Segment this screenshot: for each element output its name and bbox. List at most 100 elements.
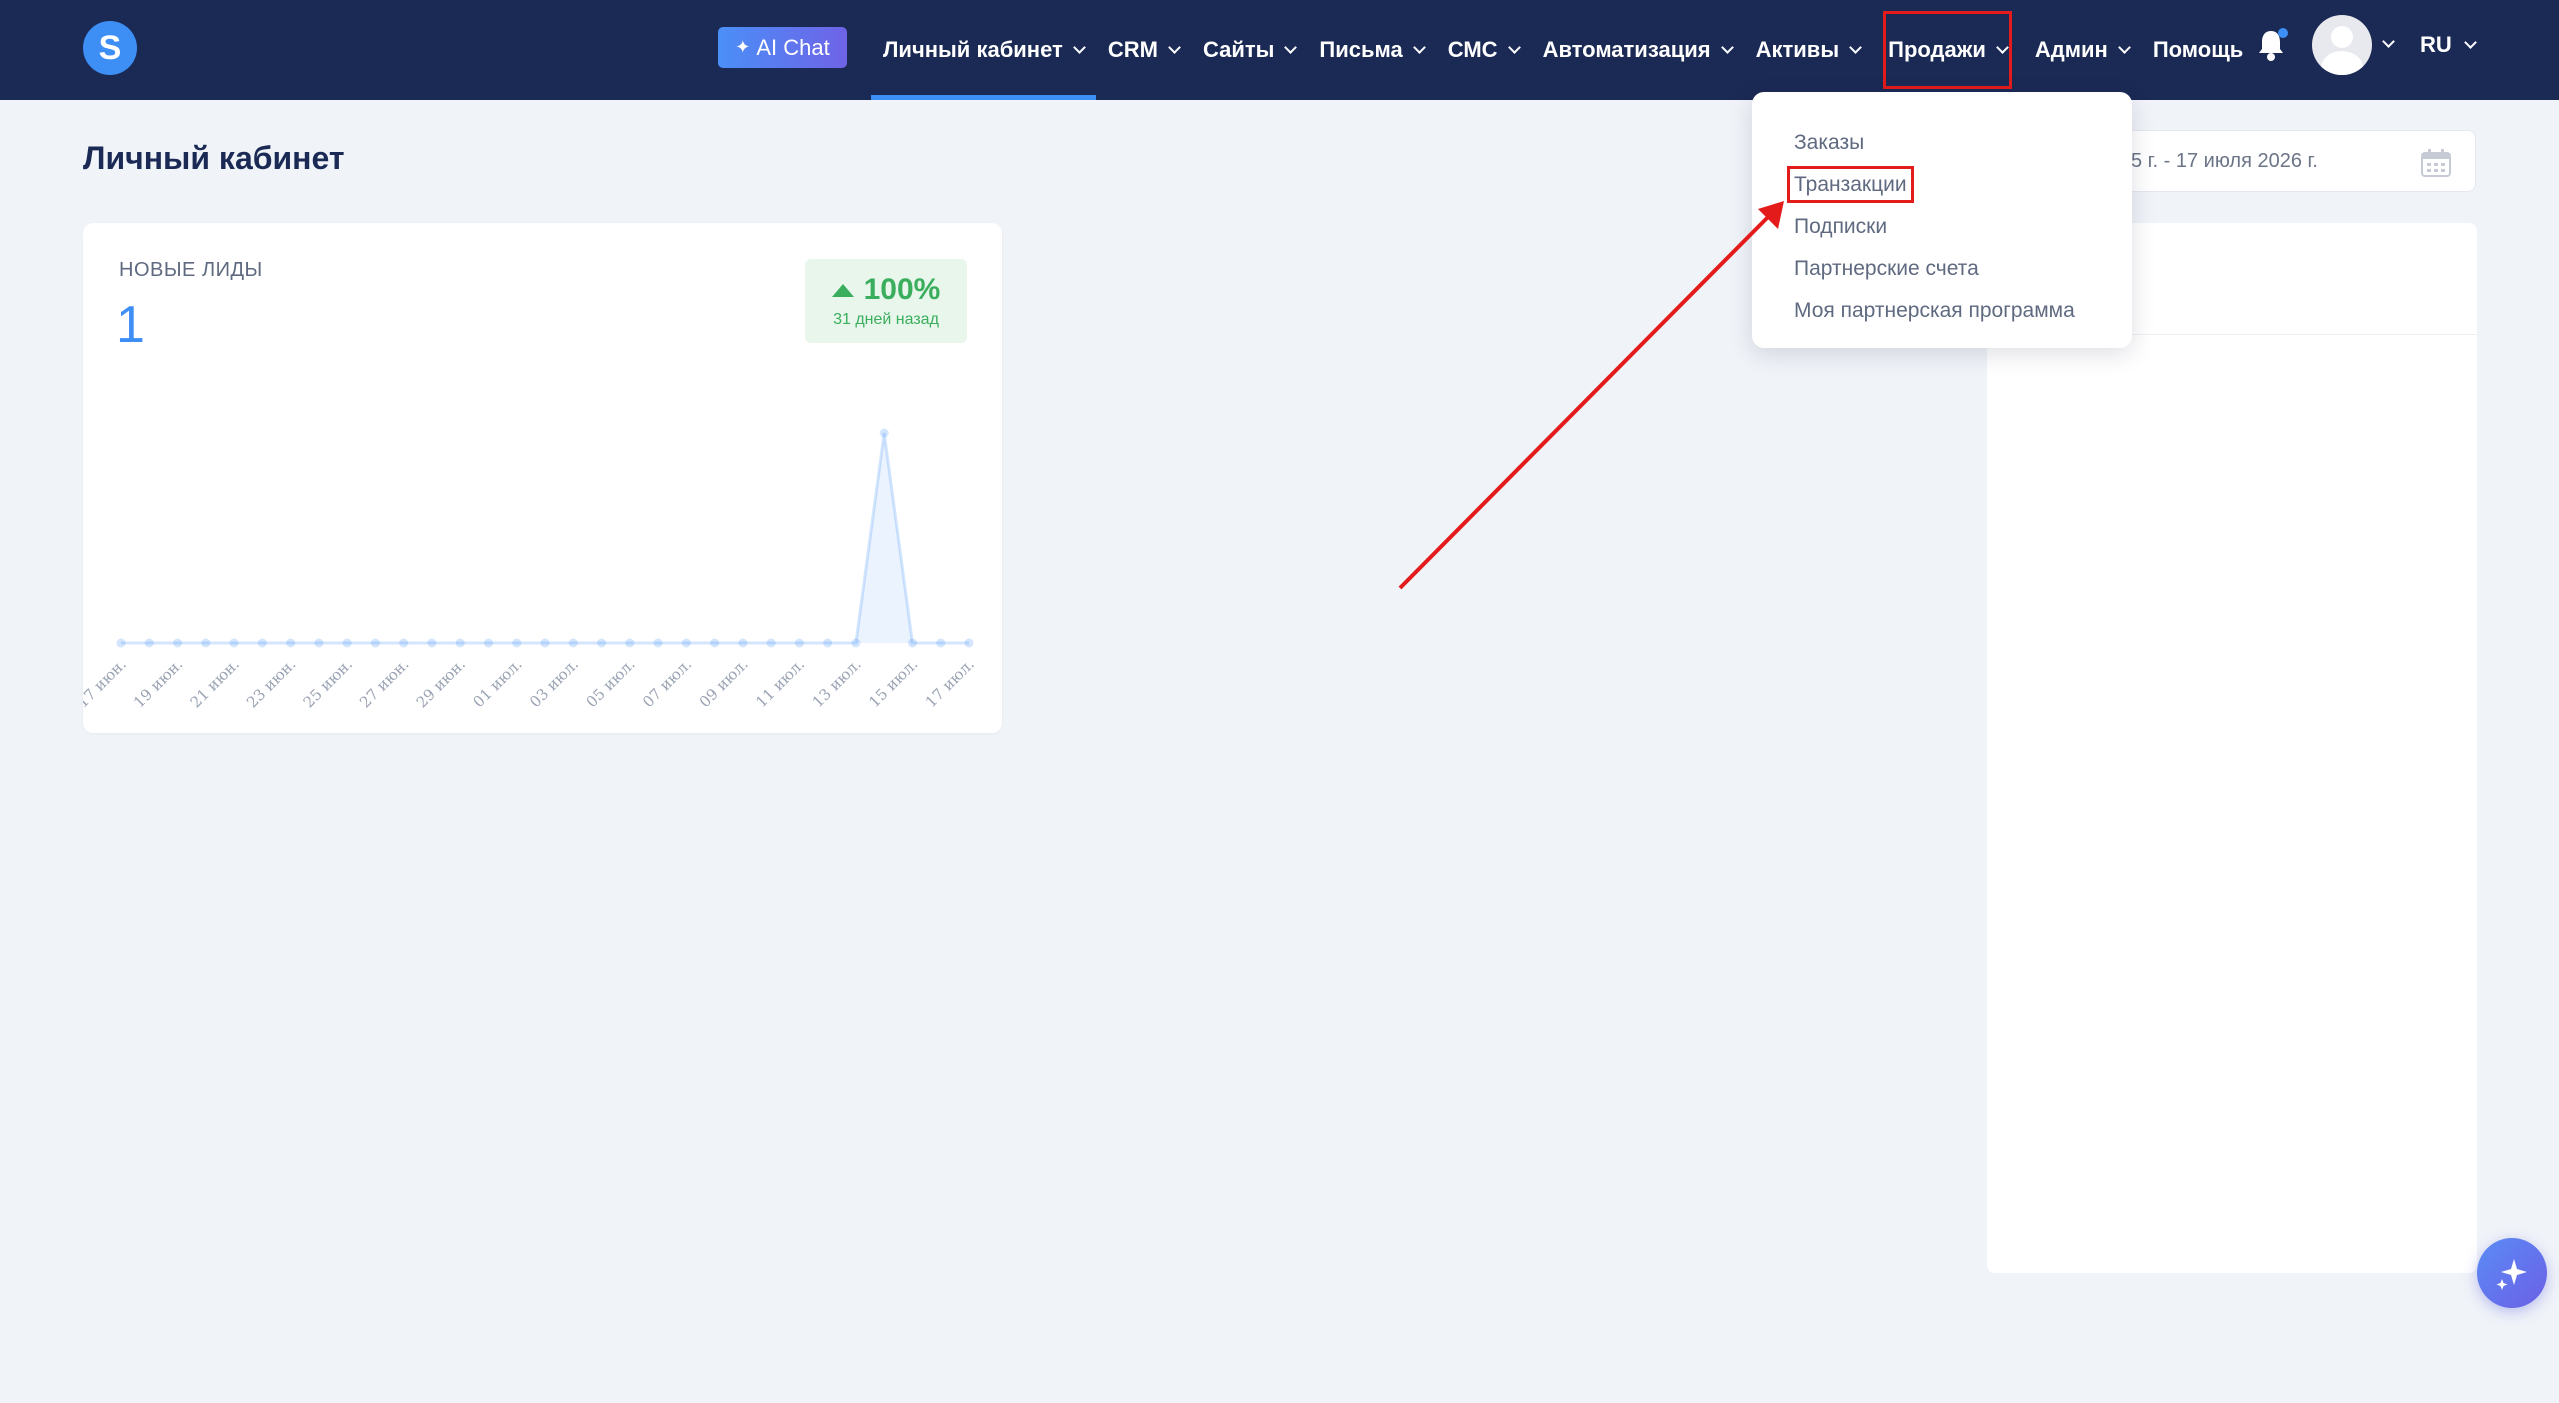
chart-area <box>121 433 969 643</box>
chart-point[interactable] <box>964 638 974 648</box>
nav-item-label: Сайты <box>1202 37 1275 62</box>
x-tick-label: 23 июн. <box>243 655 299 711</box>
date-range-value: 5 г. - 17 июля 2026 г. <box>2131 149 2318 172</box>
avatar-chevron-down-icon[interactable] <box>2382 35 2395 48</box>
chart-point[interactable] <box>173 638 183 648</box>
x-tick-label: 09 июл. <box>696 655 752 711</box>
chart-point[interactable] <box>879 428 889 438</box>
chart-point[interactable] <box>399 638 409 648</box>
notifications-bell-icon[interactable] <box>2256 28 2288 62</box>
top-navbar: S ✦ AI Chat Личный кабинет CRM Сайты Письма… <box>0 0 2559 100</box>
chart-point[interactable] <box>794 638 804 648</box>
chart-point[interactable] <box>116 638 126 648</box>
chart-point[interactable] <box>907 638 917 648</box>
nav-item-4[interactable]: СМС <box>1436 0 1531 100</box>
chart-point[interactable] <box>201 638 211 648</box>
sales-menu-item-1[interactable]: Транзакции <box>1752 164 2132 206</box>
chart-point[interactable] <box>427 638 437 648</box>
chart-point[interactable] <box>681 638 691 648</box>
chevron-down-icon <box>2463 36 2477 49</box>
x-tick-label: 25 июн. <box>300 655 356 711</box>
language-selector[interactable]: RU <box>2420 0 2477 90</box>
chart-point[interactable] <box>370 638 380 648</box>
language-label: RU <box>2420 32 2452 57</box>
x-tick-label: 29 июн. <box>413 655 469 711</box>
logo-icon[interactable]: S <box>83 21 137 75</box>
date-range-picker[interactable]: 5 г. - 17 июля 2026 г. <box>2090 130 2476 192</box>
nav-item-7[interactable]: Продажи <box>1872 0 2023 100</box>
nav-item-label: Письма <box>1319 37 1403 62</box>
sales-menu-item-0[interactable]: Заказы <box>1752 122 2132 164</box>
chart-point[interactable] <box>455 638 465 648</box>
sales-menu-item-3[interactable]: Партнерские счета <box>1752 248 2132 290</box>
chart-point[interactable] <box>653 638 663 648</box>
nav-item-5[interactable]: Автоматизация <box>1531 0 1744 100</box>
calendar-icon <box>2421 149 2451 177</box>
nav-item-0[interactable]: Личный кабинет <box>871 0 1096 100</box>
chart-point[interactable] <box>512 638 522 648</box>
x-tick-label: 17 июн. <box>83 655 130 711</box>
sparkle-icon: ✦ <box>735 37 751 57</box>
nav-item-label: Продажи <box>1888 37 1986 62</box>
sales-dropdown-menu: Заказы Транзакции Подписки Партнерские счет… <box>1752 92 2132 348</box>
chevron-down-icon <box>1507 41 1521 54</box>
x-tick-label: 11 июл. <box>752 655 808 711</box>
sales-menu-item-2[interactable]: Подписки <box>1752 206 2132 248</box>
user-avatar[interactable] <box>2312 15 2372 75</box>
sales-menu-item-label: Транзакции <box>1787 166 1914 203</box>
sales-menu-item-4[interactable]: Моя партнерская программа <box>1752 290 2132 332</box>
chart-point[interactable] <box>597 638 607 648</box>
chart-point[interactable] <box>483 638 493 648</box>
chart-point[interactable] <box>257 638 267 648</box>
ai-chat-button[interactable]: ✦ AI Chat <box>718 27 847 68</box>
chart-point[interactable] <box>286 638 296 648</box>
dashboard-page: S ✦ AI Chat Личный кабинет CRM Сайты Письма… <box>0 0 2559 1403</box>
new-leads-card: НОВЫЕ ЛИДЫ 1 100% 31 дней назад 17 июн. 1… <box>83 223 1002 733</box>
main-menu: Личный кабинет CRM Сайты Письма СМС Автоматиз… <box>871 0 2255 100</box>
x-tick-label: 15 июл. <box>865 655 921 711</box>
nav-item-1[interactable]: CRM <box>1096 0 1191 100</box>
x-tick-label: 17 июл. <box>922 655 978 711</box>
chart-point[interactable] <box>144 638 154 648</box>
nav-item-label: Помощь <box>2152 37 2244 62</box>
x-tick-label: 27 июн. <box>356 655 412 711</box>
chevron-down-icon <box>1284 41 1298 54</box>
nav-item-2[interactable]: Сайты <box>1191 0 1307 100</box>
chart-point[interactable] <box>936 638 946 648</box>
nav-item-9[interactable]: Помощь <box>2141 0 2255 100</box>
ai-assistant-button[interactable] <box>2477 1238 2547 1308</box>
leads-chart: 17 июн. 19 июн. 21 июн. 23 июн. 25 июн. 27 ию… <box>83 428 978 711</box>
chevron-down-icon <box>1168 41 1181 54</box>
nav-item-6[interactable]: Активы <box>1744 0 1873 100</box>
notification-dot <box>2278 28 2288 38</box>
sales-menu-item-label: Подписки <box>1794 215 1888 238</box>
sales-menu-item-label: Моя партнерская программа <box>1794 299 2075 322</box>
nav-item-label: СМС <box>1447 37 1498 62</box>
nav-item-label: Личный кабинет <box>883 37 1063 62</box>
nav-item-label: Автоматизация <box>1542 37 1711 62</box>
x-tick-label: 05 июл. <box>583 655 639 711</box>
nav-item-3[interactable]: Письма <box>1307 0 1435 100</box>
chart-point[interactable] <box>229 638 239 648</box>
chevron-down-icon <box>1072 41 1086 54</box>
chart-point[interactable] <box>823 638 833 648</box>
chevron-down-icon <box>1849 41 1862 54</box>
sales-menu-item-label: Заказы <box>1794 131 1865 154</box>
sparkle-icon <box>2496 1259 2527 1290</box>
chart-point[interactable] <box>766 638 776 648</box>
chart-point[interactable] <box>342 638 352 648</box>
right-panel: ления <box>1987 223 2477 1273</box>
chart-point[interactable] <box>625 638 635 648</box>
chart-point[interactable] <box>314 638 324 648</box>
nav-item-8[interactable]: Админ <box>2023 0 2141 100</box>
x-tick-label: 03 июл. <box>526 655 582 711</box>
chart-point[interactable] <box>738 638 748 648</box>
chart-point[interactable] <box>851 638 861 648</box>
x-tick-label: 07 июл. <box>639 655 695 711</box>
chevron-down-icon <box>2117 41 2131 54</box>
x-tick-label: 19 июн. <box>130 655 186 711</box>
chart-point[interactable] <box>540 638 550 648</box>
chart-point[interactable] <box>710 638 720 648</box>
chart-point[interactable] <box>568 638 578 648</box>
x-tick-label: 21 июн. <box>187 655 243 711</box>
